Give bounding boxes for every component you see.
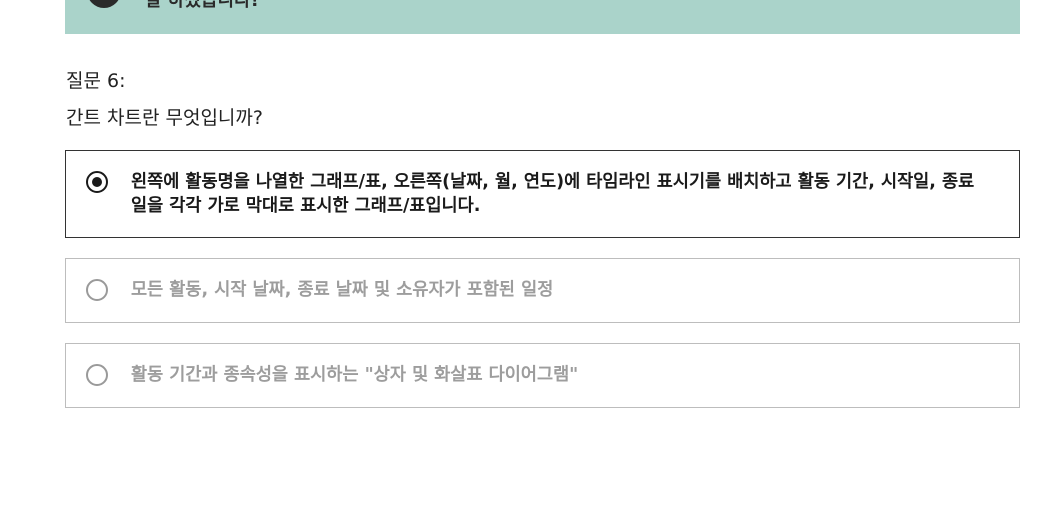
answer-option-3[interactable]: 활동 기간과 종속성을 표시하는 "상자 및 화살표 다이어그램" (65, 343, 1020, 408)
radio-unselected-icon[interactable] (86, 279, 108, 301)
answer-option-label: 활동 기간과 종속성을 표시하는 "상자 및 화살표 다이어그램" (131, 365, 579, 385)
answer-option-1[interactable]: 왼쪽에 활동명을 나열한 그래프/표, 오른쪽(날짜, 월, 연도)에 타임라인… (65, 150, 1020, 238)
question-number: 질문 6: (66, 70, 126, 92)
radio-selected-icon[interactable] (86, 171, 108, 193)
answer-option-2[interactable]: 모든 활동, 시작 날짜, 종료 날짜 및 소유자가 포함된 일정 (65, 258, 1020, 323)
check-icon (87, 0, 121, 8)
answer-option-label: 모든 활동, 시작 날짜, 종료 날짜 및 소유자가 포함된 일정 (131, 280, 554, 300)
feedback-text: 잘 하셨습니다! (145, 0, 259, 11)
feedback-banner: 잘 하셨습니다! (65, 0, 1020, 34)
radio-unselected-icon[interactable] (86, 364, 108, 386)
answer-option-label: 왼쪽에 활동명을 나열한 그래프/표, 오른쪽(날짜, 월, 연도)에 타임라인… (131, 172, 975, 216)
question-text: 간트 차트란 무엇입니까? (66, 107, 263, 129)
